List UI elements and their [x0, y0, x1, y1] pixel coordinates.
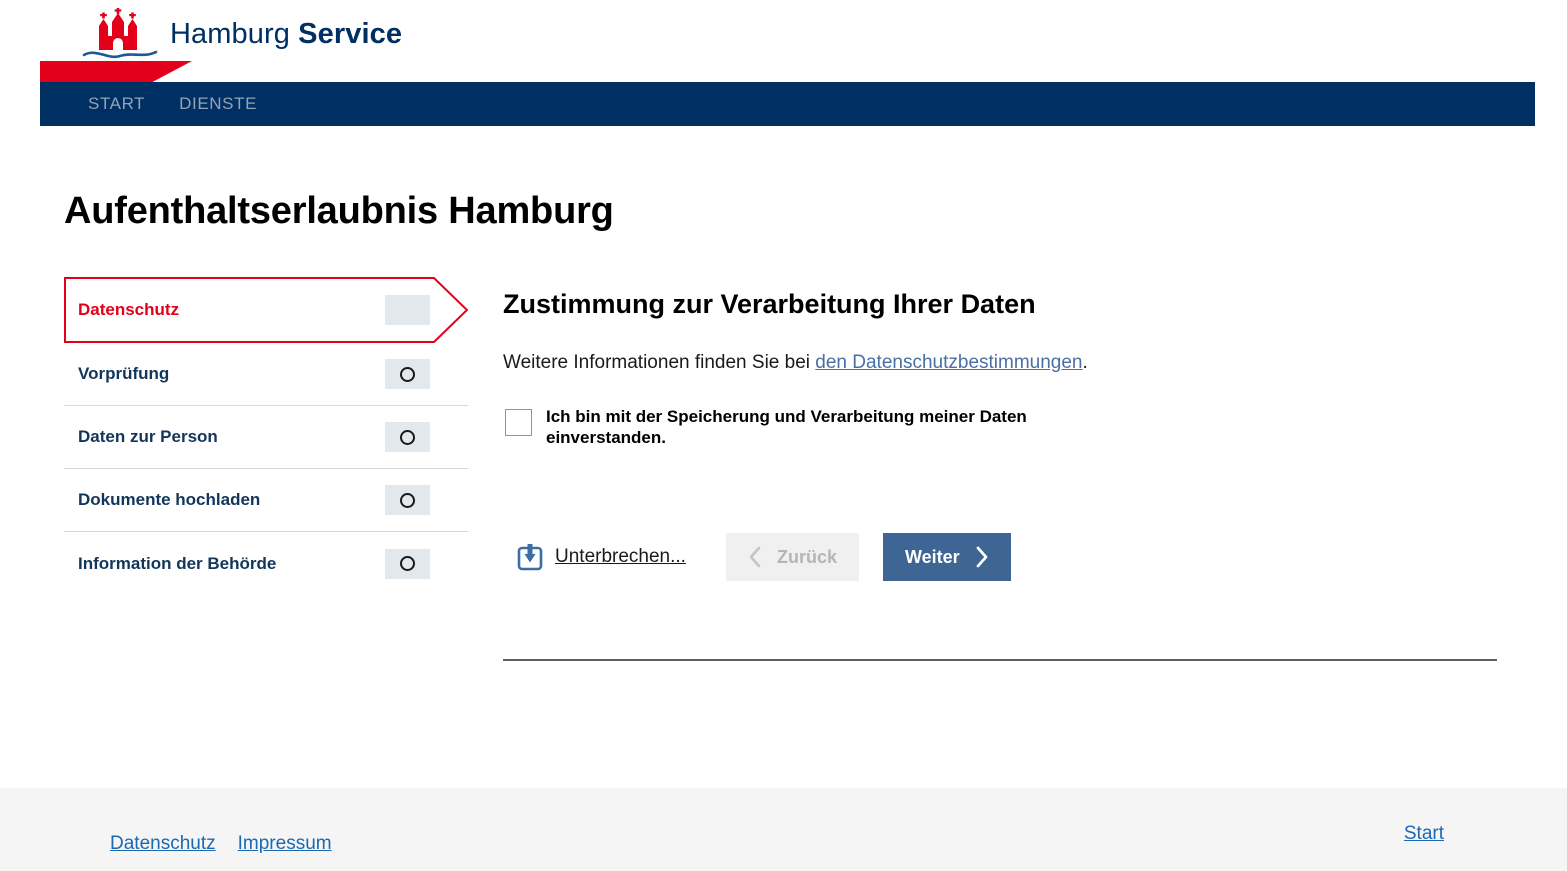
footer-link-datenschutz[interactable]: Datenschutz	[110, 833, 216, 855]
step-status-badge	[385, 548, 430, 579]
footer-link-list: Datenschutz Impressum	[110, 833, 332, 855]
hamburg-coat-of-arms-icon	[82, 8, 158, 59]
nav-item-list: START DIENSTE	[88, 82, 257, 126]
consent-row: Ich bin mit der Speicherung und Verarbei…	[505, 406, 1145, 449]
step-status-badge	[385, 485, 430, 515]
circle-icon	[400, 429, 415, 445]
circle-icon	[400, 556, 415, 571]
page-title: Aufenthaltserlaubnis Hamburg	[64, 190, 614, 233]
content-heading: Zustimmung zur Verarbeitung Ihrer Daten	[503, 289, 1036, 319]
sidebar-item-dokumente-hochladen[interactable]: Dokumente hochladen	[64, 469, 468, 532]
nav-item-start[interactable]: START	[88, 94, 145, 114]
consent-label: Ich bin mit der Speicherung und Verarbei…	[546, 407, 1027, 448]
page-footer: Datenschutz Impressum Start	[0, 788, 1567, 871]
save-download-icon	[517, 544, 543, 571]
sidebar-item-datenschutz[interactable]: Datenschutz	[64, 277, 468, 343]
sidebar-item-label: Datenschutz	[78, 300, 180, 319]
sidebar-item-daten-zur-person[interactable]: Daten zur Person	[64, 406, 468, 469]
step-status-badge	[385, 359, 430, 389]
nav-item-dienste[interactable]: DIENSTE	[179, 94, 257, 114]
step-status-badge	[385, 295, 430, 325]
brand-wordmark: Hamburg Service	[170, 17, 403, 53]
sidebar-item-information-der-behoerde[interactable]: Information der Behörde	[64, 532, 468, 595]
interrupt-label: Unterbrechen...	[555, 546, 686, 567]
red-accent-flag	[40, 61, 192, 82]
brand-name-bold: Service	[298, 17, 403, 50]
paragraph-text-after: .	[1082, 352, 1088, 373]
sidebar-item-label: Dokumente hochladen	[78, 490, 261, 509]
step-status-badge	[385, 422, 430, 452]
brand-header: Hamburg Service	[0, 0, 1567, 78]
content-divider	[503, 659, 1497, 661]
privacy-info-paragraph: Weitere Informationen finden Sie bei den…	[503, 351, 1088, 376]
sidebar-item-label: Information der Behörde	[78, 553, 277, 573]
brand-name-light: Hamburg	[170, 17, 290, 50]
consent-checkbox[interactable]	[505, 409, 532, 436]
circle-icon	[400, 366, 415, 382]
circle-icon	[400, 492, 415, 508]
form-action-bar: Unterbrechen... Zurück Weiter	[517, 533, 1011, 581]
footer-link-start[interactable]: Start	[1404, 823, 1444, 845]
progress-step-list: Datenschutz Vorprüfung Daten zur Person …	[64, 277, 468, 595]
sidebar-item-label: Vorprüfung	[78, 364, 170, 383]
main-content: Zustimmung zur Verarbeitung Ihrer Daten …	[503, 288, 1497, 661]
back-button[interactable]: Zurück	[725, 533, 859, 581]
next-button[interactable]: Weiter	[882, 533, 1011, 581]
chevron-right-icon	[976, 546, 988, 568]
privacy-policy-link[interactable]: den Datenschutzbestimmungen	[815, 352, 1082, 373]
interrupt-button[interactable]: Unterbrechen...	[517, 543, 686, 571]
paragraph-text-before: Weitere Informationen finden Sie bei	[503, 352, 816, 373]
sidebar-item-vorpruefung[interactable]: Vorprüfung	[64, 343, 468, 406]
footer-link-impressum[interactable]: Impressum	[238, 833, 332, 855]
back-button-label: Zurück	[776, 546, 837, 567]
brand-logo[interactable]: Hamburg Service	[82, 8, 402, 64]
chevron-left-icon	[749, 546, 761, 568]
next-button-label: Weiter	[904, 546, 960, 567]
sidebar-item-label: Daten zur Person	[78, 427, 218, 446]
main-navigation-bar: START DIENSTE	[40, 82, 1535, 126]
